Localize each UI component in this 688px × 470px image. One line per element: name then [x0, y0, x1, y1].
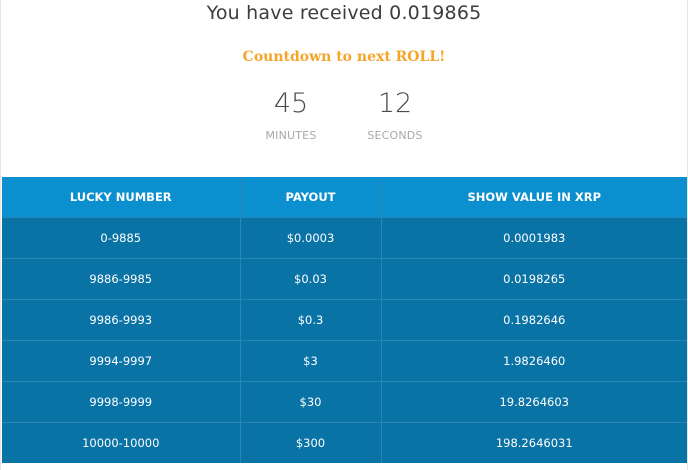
minutes-label: MINUTES: [265, 129, 317, 142]
payout-cell: $0.03: [240, 258, 382, 300]
header-lucky-number: LUCKY NUMBER: [2, 177, 241, 218]
lucky-number-cell: 9986-9993: [2, 299, 241, 341]
table-row: 9986-9993 $0.3 0.1982646: [2, 299, 687, 341]
table-row: 9886-9985 $0.03 0.0198265: [2, 258, 687, 300]
lucky-number-cell: 10000-10000: [2, 422, 241, 463]
xrp-value-cell: 0.0001983: [381, 217, 687, 259]
countdown-minutes: 45 MINUTES: [246, 88, 336, 142]
payout-cell: $30: [240, 381, 382, 423]
countdown-title: Countdown to next ROLL!: [242, 49, 446, 65]
lucky-number-cell: 9994-9997: [2, 340, 241, 382]
faucet-panel: You have received 0.019865 Countdown to …: [0, 0, 688, 470]
xrp-value-cell: 0.1982646: [381, 299, 687, 341]
lucky-number-cell: 9886-9985: [2, 258, 241, 300]
table-header-row: LUCKY NUMBER PAYOUT SHOW VALUE IN XRP: [2, 177, 687, 218]
table-row: 9994-9997 $3 1.9826460: [2, 340, 687, 382]
table-row: 9998-9999 $30 19.8264603: [2, 381, 687, 423]
table-row: 0-9885 $0.0003 0.0001983: [2, 217, 687, 259]
lucky-number-cell: 9998-9999: [2, 381, 241, 423]
payout-cell: $300: [240, 422, 382, 463]
seconds-value: 12: [377, 88, 413, 119]
minutes-value: 45: [273, 88, 309, 119]
xrp-value-cell: 19.8264603: [381, 381, 687, 423]
countdown-seconds: 12 SECONDS: [350, 88, 440, 142]
header-payout: PAYOUT: [240, 177, 382, 218]
table-row: 10000-10000 $300 198.2646031: [2, 422, 687, 463]
lucky-number-cell: 0-9885: [2, 217, 241, 259]
payout-cell: $0.3: [240, 299, 382, 341]
xrp-value-cell: 1.9826460: [381, 340, 687, 382]
payout-cell: $0.0003: [240, 217, 382, 259]
xrp-value-cell: 198.2646031: [381, 422, 687, 463]
received-message: You have received 0.019865: [206, 2, 482, 24]
xrp-value-cell: 0.0198265: [381, 258, 687, 300]
payout-table: LUCKY NUMBER PAYOUT SHOW VALUE IN XRP 0-…: [2, 177, 687, 463]
payout-cell: $3: [240, 340, 382, 382]
seconds-label: SECONDS: [367, 129, 423, 142]
header-show-value-in-xrp[interactable]: SHOW VALUE IN XRP: [381, 177, 687, 218]
